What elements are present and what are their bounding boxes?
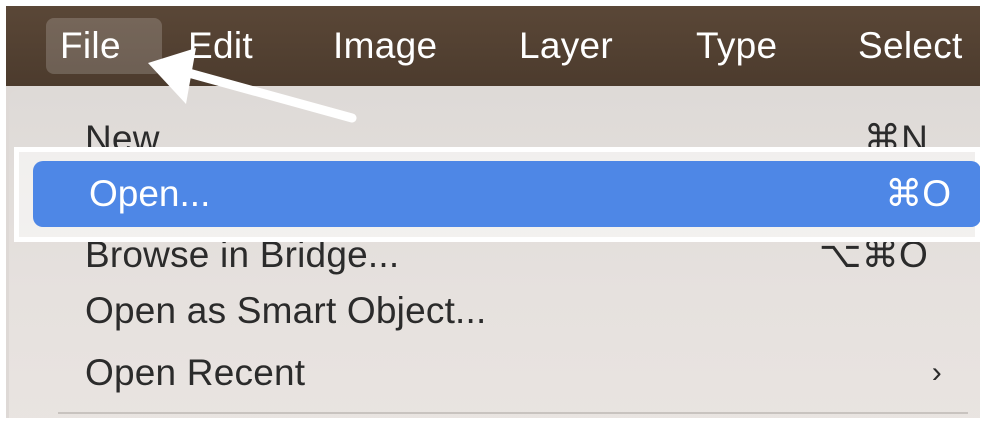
menu-item-new[interactable]: New ⌘N [9, 104, 980, 152]
menu-item-open[interactable]: Open... ⌘O [33, 161, 980, 227]
menu-item-new-shortcut: ⌘N [863, 118, 928, 152]
menu-select-label: Select [858, 25, 963, 66]
menu-item-open-shortcut: ⌘O [885, 173, 951, 214]
chevron-right-icon: › [931, 356, 942, 389]
menu-image-label: Image [333, 25, 438, 66]
menu-item-browse-label: Browse in Bridge... [85, 236, 400, 275]
menu-item-open-as-smart-object[interactable]: Open as Smart Object... [9, 280, 980, 342]
menu-select[interactable]: Select [858, 18, 963, 74]
menu-item-open-recent[interactable]: Open Recent › [9, 342, 980, 404]
menu-type-label: Type [696, 25, 778, 66]
annotation-highlight-box: Open... ⌘O [14, 147, 980, 242]
menu-file-label: File [60, 25, 121, 66]
menu-item-smart-object-label: Open as Smart Object... [85, 290, 487, 331]
menu-layer-label: Layer [519, 25, 614, 66]
menu-image[interactable]: Image [333, 18, 437, 74]
menu-item-open-label: Open... [89, 173, 211, 214]
menu-divider [58, 412, 968, 414]
menu-edit-label: Edit [188, 25, 253, 66]
menu-type[interactable]: Type [696, 18, 777, 74]
menu-layer[interactable]: Layer [519, 18, 613, 74]
menu-item-browse-in-bridge[interactable]: Browse in Bridge... ⌥⌘O [9, 236, 980, 284]
menu-file[interactable]: File [46, 18, 162, 74]
file-dropdown-menu: New ⌘N Browse in Bridge... ⌥⌘O Open as S… [9, 90, 980, 418]
menu-item-open-recent-label: Open Recent [85, 352, 306, 393]
menu-item-new-label: New [85, 118, 160, 152]
menu-edit[interactable]: Edit [188, 18, 253, 74]
menu-bar: File Edit Image Layer Type Select [6, 6, 980, 86]
screenshot-frame: File Edit Image Layer Type Select New ⌘N… [6, 6, 980, 418]
menu-item-browse-shortcut: ⌥⌘O [818, 236, 928, 275]
